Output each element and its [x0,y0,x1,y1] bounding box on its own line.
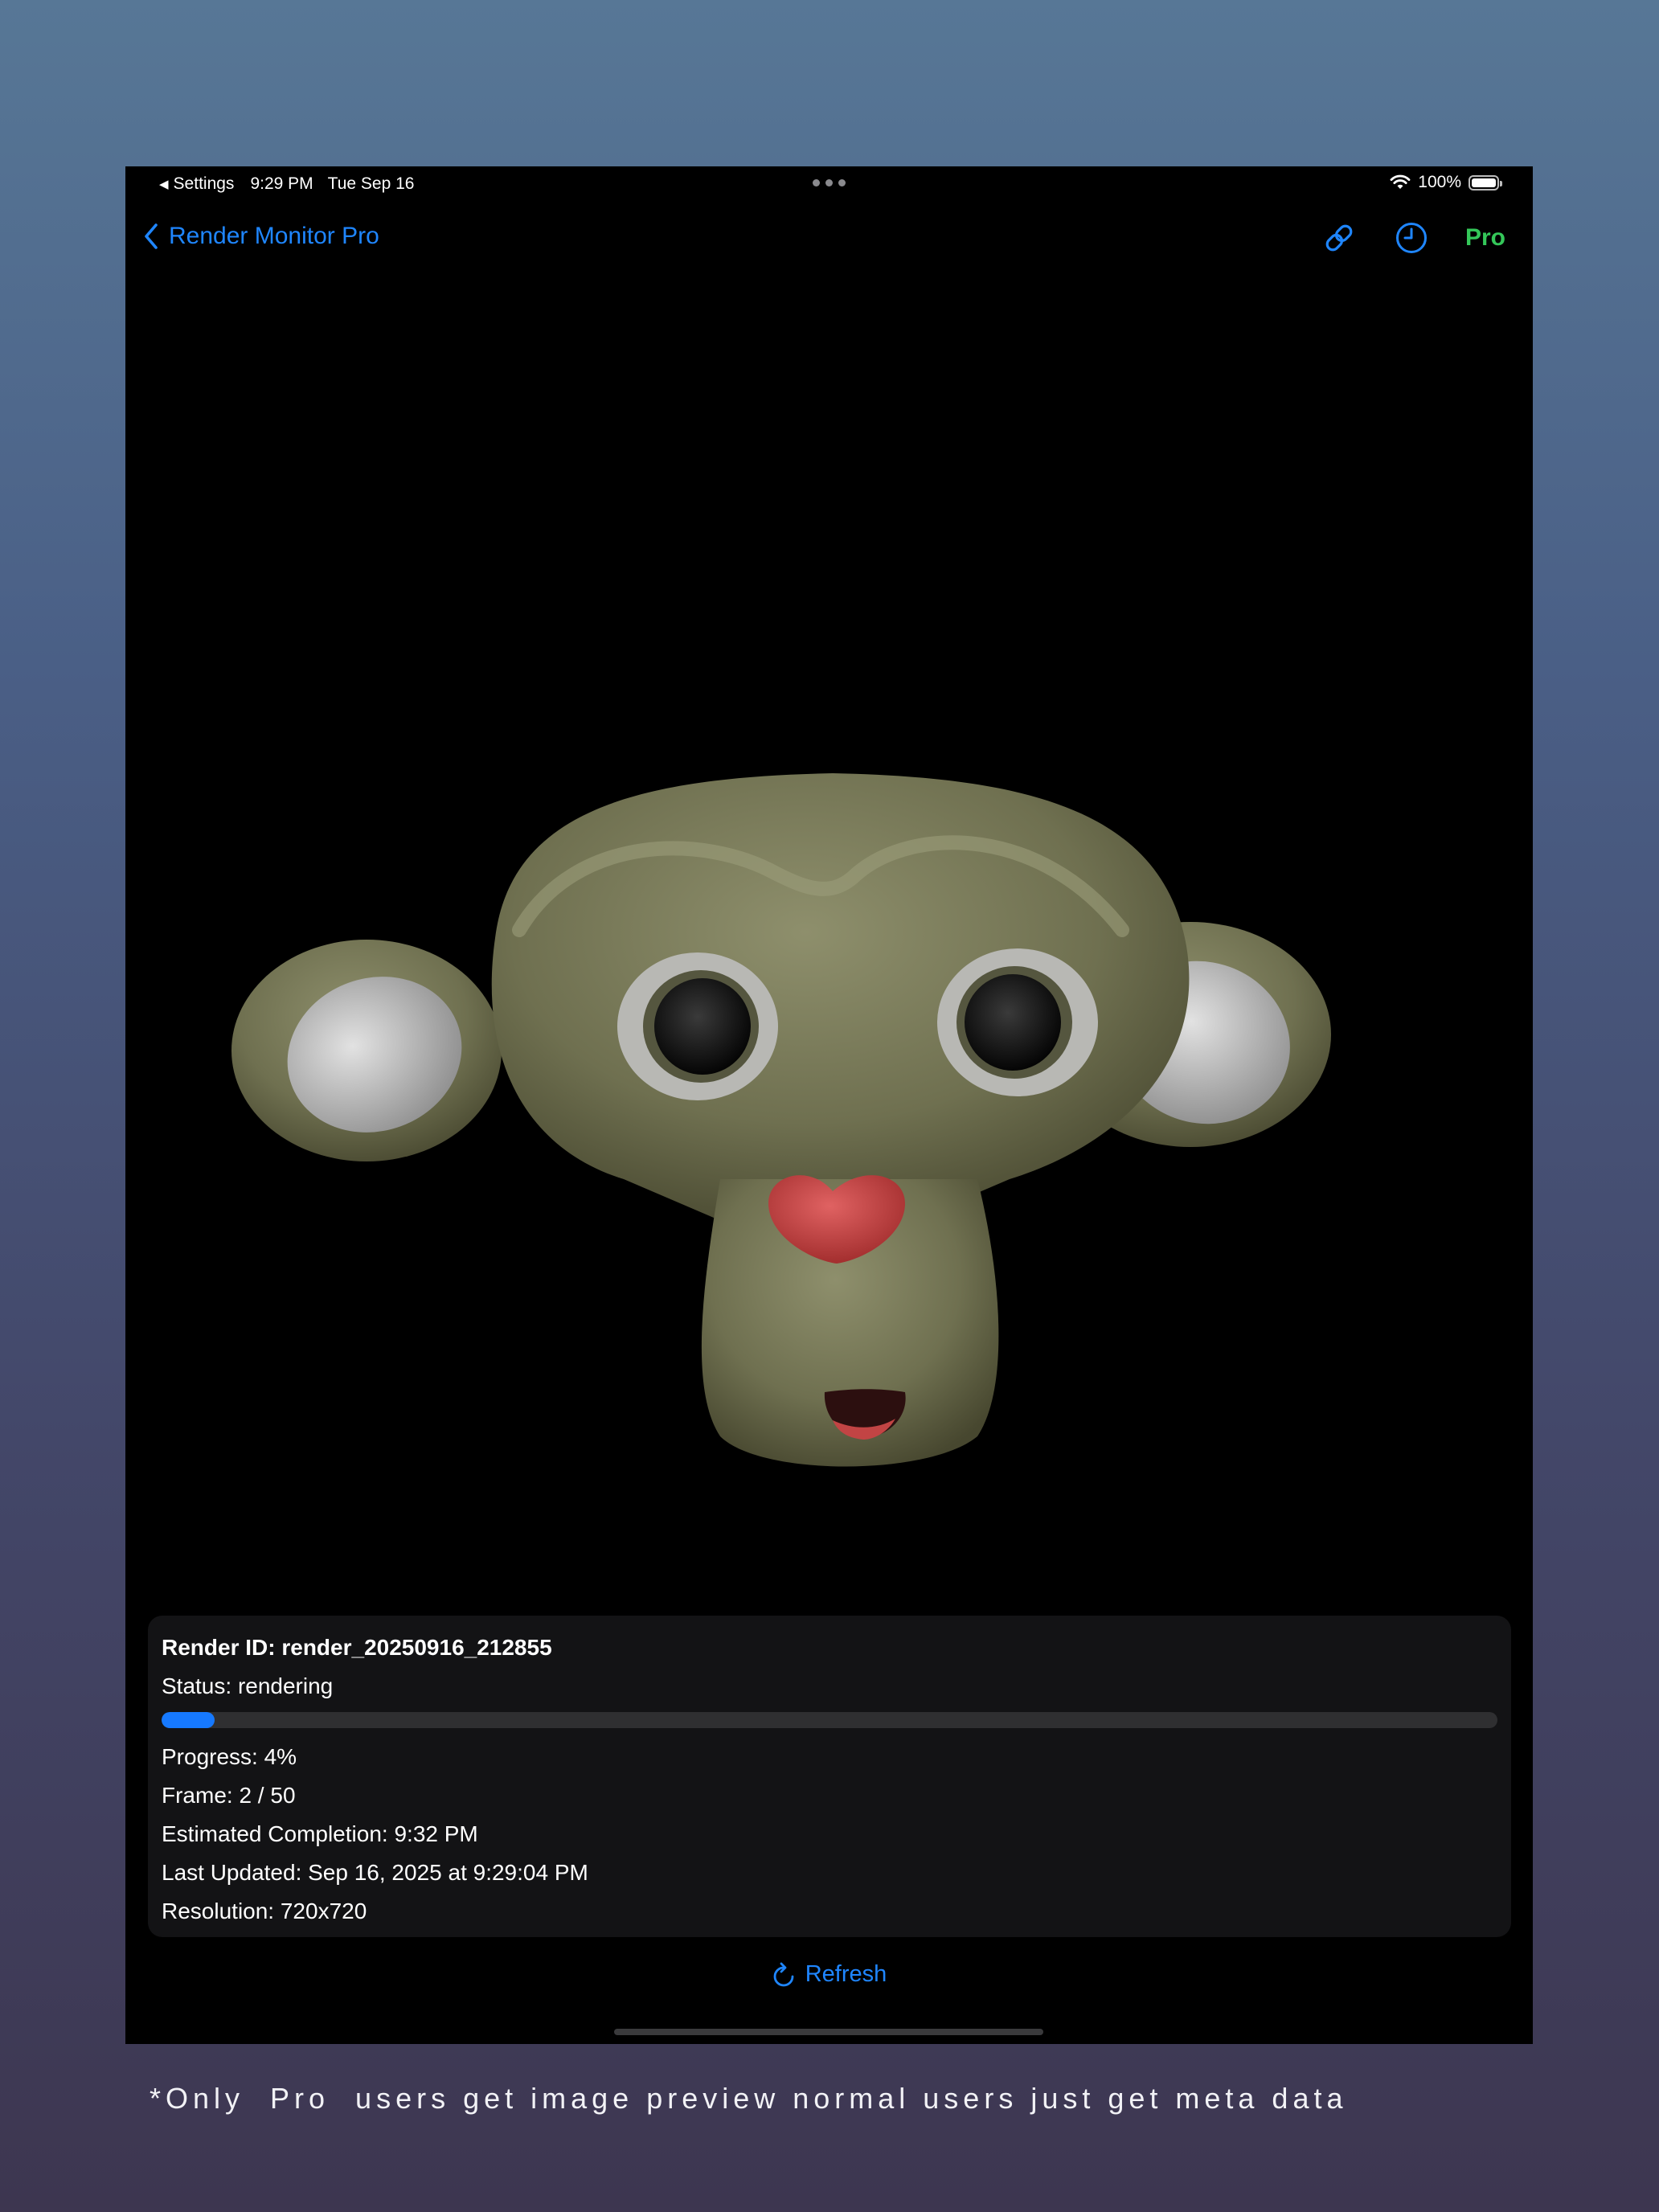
status-bar: ◀ Settings 9:29 PM Tue Sep 16 100% [125,166,1533,200]
link-button[interactable] [1321,219,1358,256]
navigation-bar: Render Monitor Pro Pro [125,216,1533,264]
refresh-button-label: Refresh [805,1961,887,1987]
history-button[interactable] [1393,219,1430,256]
status-bar-right: 100% [1390,173,1502,192]
battery-icon [1469,174,1502,190]
link-icon [1325,224,1353,252]
pro-button[interactable]: Pro [1465,224,1505,252]
home-indicator[interactable] [614,2029,1043,2035]
render-resolution: Resolution: 720x720 [162,1899,367,1923]
status-time: 9:29 PM [250,174,313,193]
render-frame: Frame: 2 / 50 [162,1783,296,1808]
multitasking-dots-icon[interactable] [813,171,846,186]
promo-caption: *Only Pro users get image preview normal… [150,2082,1348,2115]
status-back-app[interactable]: Settings [174,174,235,194]
status-bar-left: ◀ Settings 9:29 PM Tue Sep 16 [159,174,414,194]
battery-percent: 100% [1418,173,1461,191]
progress-bar [162,1712,1497,1728]
wifi-icon [1390,174,1411,189]
clock-icon [1395,223,1427,253]
nav-actions: Pro [1321,219,1505,256]
render-last-updated: Last Updated: Sep 16, 2025 at 9:29:04 PM [162,1860,588,1885]
status-date: Tue Sep 16 [327,174,415,193]
render-id: Render ID: render_20250916_212855 [162,1635,552,1660]
ipad-screen: ◀ Settings 9:29 PM Tue Sep 16 100% Rende… [125,166,1533,2044]
back-button-label: Render Monitor Pro [169,223,379,249]
progress-bar-fill [162,1712,215,1728]
render-info-card: Render ID: render_20250916_212855 Status… [148,1616,1511,1937]
refresh-button[interactable]: Refresh [125,1961,1533,1988]
back-triangle-icon[interactable]: ◀ [159,177,169,191]
render-preview-image [231,773,1331,1467]
render-estimated-completion: Estimated Completion: 9:32 PM [162,1821,478,1846]
render-status: Status: rendering [162,1673,334,1698]
refresh-icon [773,1962,794,1986]
back-button[interactable]: Render Monitor Pro [143,223,379,250]
render-progress: Progress: 4% [162,1744,297,1769]
chevron-left-icon [145,223,158,249]
